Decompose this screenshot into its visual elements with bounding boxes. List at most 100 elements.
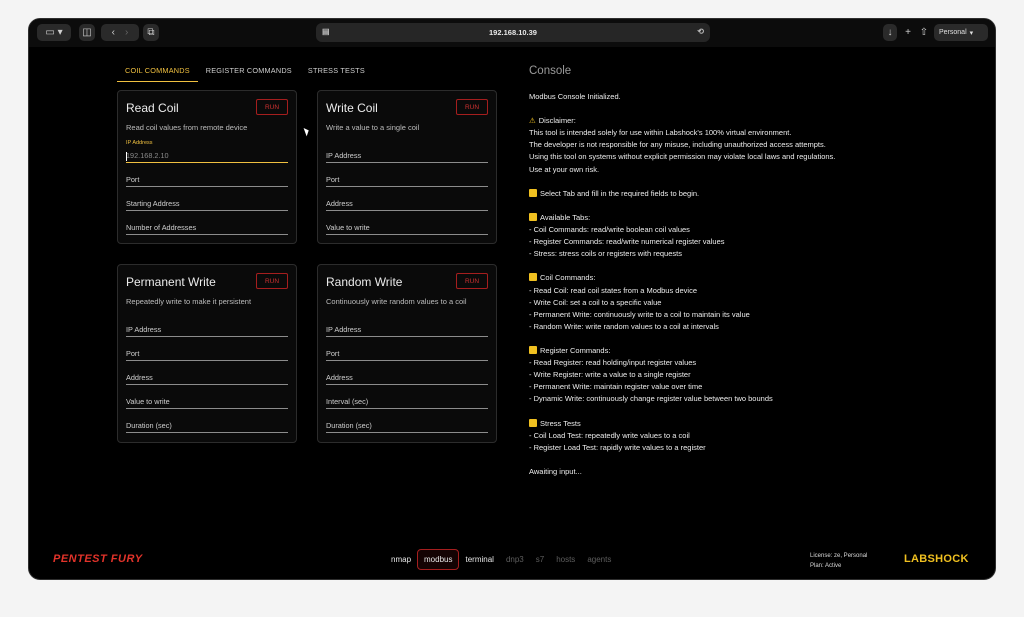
nav-item-nmap[interactable]: nmap — [385, 550, 417, 569]
profile-button[interactable]: Personal ▾ — [934, 24, 988, 41]
yellow-square-icon — [529, 345, 537, 354]
card-description: Write a value to a single coil — [326, 123, 420, 132]
address-input[interactable]: Address — [326, 197, 488, 211]
license-line: License: ze, Personal — [810, 553, 868, 559]
mouse-cursor-icon — [303, 126, 311, 137]
tab-overview-icon[interactable]: ▭ ▾ — [37, 24, 71, 41]
forward-icon[interactable]: › — [125, 27, 128, 38]
warning-icon: ⚠ — [529, 116, 536, 126]
console-title: Console — [529, 65, 572, 77]
bottom-nav: nmap modbus terminal dnp3 s7 hosts agents — [385, 549, 617, 570]
nav-item-terminal[interactable]: terminal — [459, 550, 499, 569]
port-input[interactable]: Port — [126, 347, 288, 361]
write-coil-run-button[interactable]: RUN — [456, 99, 488, 115]
duration-input[interactable]: Duration (sec) — [126, 419, 288, 433]
read-coil-run-button[interactable]: RUN — [256, 99, 288, 115]
ip-address-input[interactable]: IP Address — [126, 323, 288, 337]
tab-coil-commands[interactable]: COIL COMMANDS — [117, 63, 198, 82]
console-line: - Coil Commands: read/write boolean coil… — [529, 225, 690, 235]
value-to-write-input[interactable]: Value to write — [326, 221, 488, 235]
ip-address-input[interactable]: IP Address — [326, 323, 488, 337]
back-forward-buttons[interactable]: ‹ › — [101, 24, 139, 41]
console-line: Coil Commands: — [529, 272, 969, 284]
back-icon[interactable]: ‹ — [112, 27, 115, 38]
console-line: - Register Load Test: rapidly write valu… — [529, 442, 706, 452]
nav-item-modbus[interactable]: modbus — [417, 549, 460, 570]
console-line: - Dynamic Write: continuously change reg… — [529, 394, 773, 404]
nav-item-s7[interactable]: s7 — [530, 550, 550, 569]
console-line: - Read Register: read holding/input regi… — [529, 358, 697, 368]
yellow-square-icon — [529, 188, 537, 197]
duration-input[interactable]: Duration (sec) — [326, 419, 488, 433]
pentest-fury-logo: PENTEST FURY — [53, 553, 143, 565]
command-tabs: COIL COMMANDS REGISTER COMMANDS STRESS T… — [117, 63, 373, 82]
nav-item-dnp3[interactable]: dnp3 — [500, 550, 530, 569]
yellow-square-icon — [529, 418, 537, 427]
port-input[interactable]: Port — [326, 347, 488, 361]
console-line: - Write Coil: set a coil to a specific v… — [529, 297, 662, 307]
permanent-write-run-button[interactable]: RUN — [256, 273, 288, 289]
console-line: - Write Register: write a value to a sin… — [529, 370, 691, 380]
new-tab-icon[interactable]: + — [901, 24, 915, 41]
license-info: License: ze, Personal Plan: Active — [810, 552, 867, 571]
starting-address-input[interactable]: Starting Address — [126, 197, 288, 211]
profile-label: Personal — [939, 29, 967, 36]
card-description: Continuously write random values to a co… — [326, 297, 467, 306]
address-bar[interactable]: ▤ 192.168.10.39 ⟲ — [316, 23, 710, 42]
read-coil-card: Read Coil RUN Read coil values from remo… — [117, 90, 297, 244]
chevron-down-icon: ▾ — [969, 29, 974, 37]
download-icon[interactable]: ↓ — [883, 24, 897, 41]
console-line: This tool is intended solely for use wit… — [529, 128, 792, 138]
console-line: - Permanent Write: maintain register val… — [529, 382, 703, 392]
console-line: Available Tabs: — [529, 212, 969, 224]
port-input[interactable]: Port — [326, 173, 488, 187]
tabs-icon[interactable]: ⧉ — [143, 24, 159, 41]
share-icon[interactable]: ⇧ — [917, 24, 931, 41]
sidebar-icon[interactable]: ◫ — [79, 24, 95, 41]
tab-register-commands[interactable]: REGISTER COMMANDS — [198, 63, 300, 82]
ip-address-input[interactable]: IP Address — [326, 149, 488, 163]
plan-line: Plan: Active — [810, 562, 842, 569]
console-line: Stress Tests — [529, 418, 969, 430]
permanent-write-card: Permanent Write RUN Repeatedly write to … — [117, 264, 297, 443]
random-write-card: Random Write RUN Continuously write rand… — [317, 264, 497, 443]
card-title: Permanent Write — [126, 275, 216, 289]
nav-item-agents[interactable]: agents — [581, 550, 617, 569]
console-line: - Register Commands: read/write numerica… — [529, 237, 725, 247]
translate-reload-icon[interactable]: ⟲ — [697, 27, 704, 36]
port-input[interactable]: Port — [126, 173, 288, 187]
address-input[interactable]: Address — [326, 371, 488, 385]
url-text: 192.168.10.39 — [489, 28, 537, 37]
interval-input[interactable]: Interval (sec) — [326, 395, 488, 409]
console-line: - Stress: stress coils or registers with… — [529, 249, 682, 259]
ip-address-input[interactable]: 192.168.2.10 — [126, 149, 288, 163]
yellow-square-icon — [529, 273, 537, 282]
tab-stress-tests[interactable]: STRESS TESTS — [300, 63, 373, 82]
console-line: Select Tab and fill in the required fiel… — [529, 188, 969, 200]
console-line: ⚠ Disclaimer: — [529, 115, 969, 127]
console-line: Register Commands: — [529, 345, 969, 357]
console-line: Use at your own risk. — [529, 164, 600, 174]
text-caret — [126, 152, 127, 161]
console-line: Modbus Console Initialized. — [529, 92, 621, 101]
value-to-write-input[interactable]: Value to write — [126, 395, 288, 409]
nav-item-hosts[interactable]: hosts — [550, 550, 581, 569]
card-description: Repeatedly write to make it persistent — [126, 297, 252, 306]
console-line: - Random Write: write random values to a… — [529, 321, 719, 331]
card-title: Read Coil — [126, 101, 179, 115]
address-input[interactable]: Address — [126, 371, 288, 385]
card-description: Read coil values from remote device — [126, 123, 248, 132]
console-line: - Coil Load Test: repeatedly write value… — [529, 430, 690, 440]
page-icon: ▤ — [322, 27, 330, 36]
browser-window: ▭ ▾ ◫ ‹ › ⧉ ▤ 192.168.10.39 ⟲ ↓ + ⇧ Pers… — [28, 18, 996, 580]
console-line: Awaiting input... — [529, 466, 582, 476]
random-write-run-button[interactable]: RUN — [456, 273, 488, 289]
number-of-addresses-input[interactable]: Number of Addresses — [126, 221, 288, 235]
